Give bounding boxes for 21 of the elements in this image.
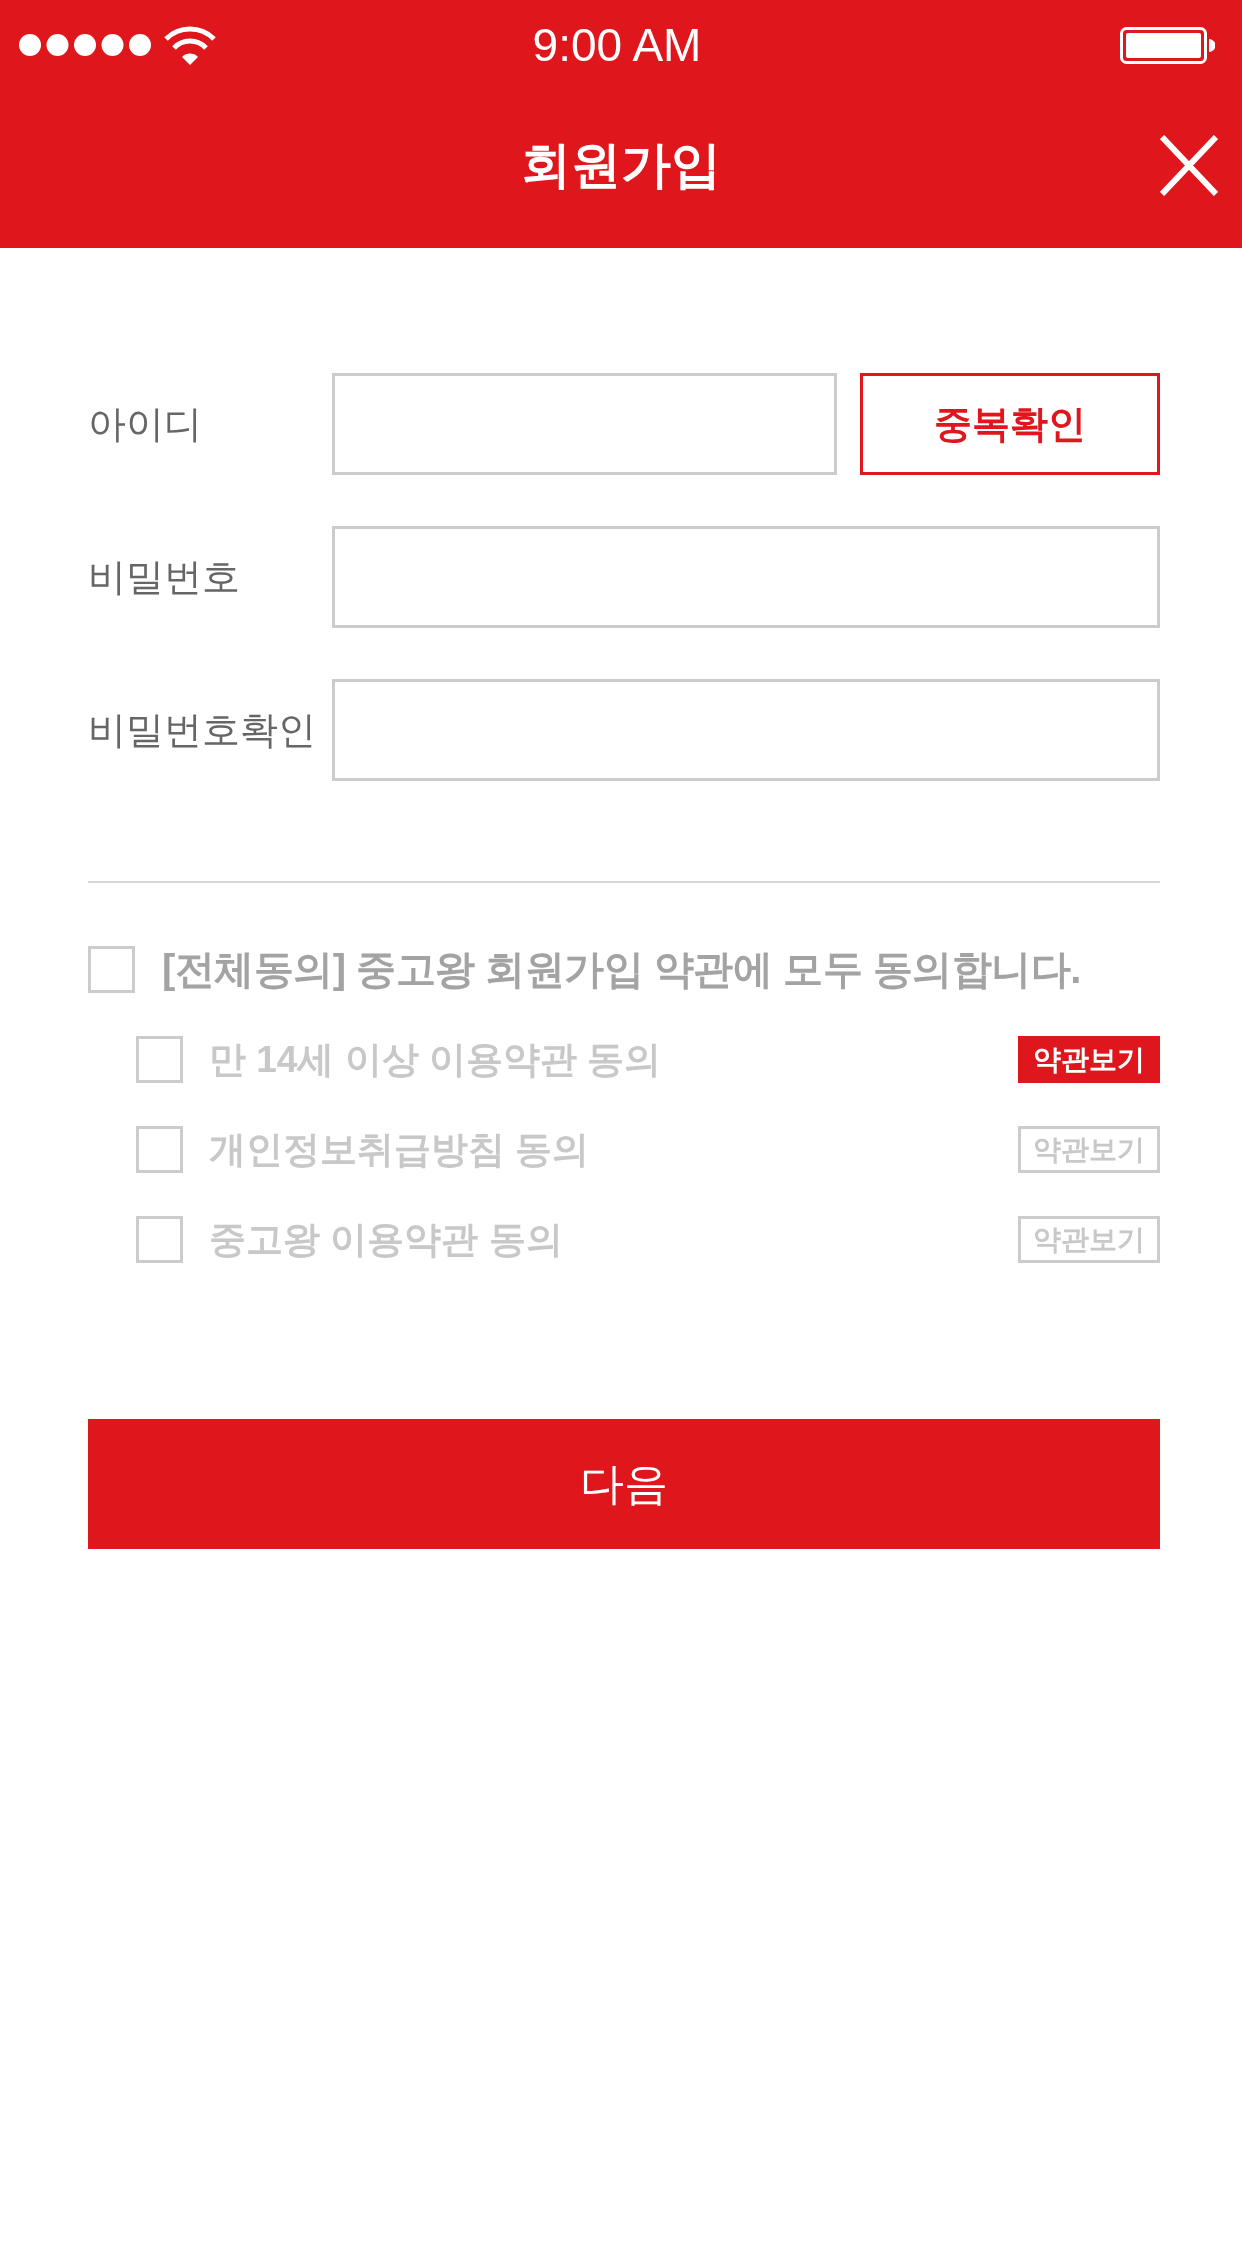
- close-button[interactable]: [1160, 134, 1218, 196]
- checkbox[interactable]: [88, 946, 135, 993]
- field-label: 비밀번호: [88, 554, 241, 600]
- signal-icon: [19, 34, 151, 56]
- page-title: 회원가입: [521, 135, 721, 195]
- next-button[interactable]: 다음: [88, 1419, 1160, 1549]
- agree-all-label: [전체동의] 중고왕 회원가입 약관에 모두 동의합니다.: [162, 946, 1081, 993]
- duplicate-check-button[interactable]: 중복확인: [860, 373, 1160, 475]
- input-field[interactable]: [332, 526, 1160, 628]
- status-time: 9:00 AM: [532, 18, 702, 72]
- battery-icon: [1120, 26, 1215, 64]
- checkbox[interactable]: [136, 1036, 183, 1083]
- field-label: 비밀번호확인: [88, 707, 317, 753]
- wifi-icon: [163, 24, 217, 66]
- input-field[interactable]: [332, 373, 837, 475]
- input-field[interactable]: [332, 679, 1160, 781]
- checkbox[interactable]: [136, 1126, 183, 1173]
- checkbox[interactable]: [136, 1216, 183, 1263]
- view-terms-button[interactable]: 약관보기: [1018, 1036, 1160, 1083]
- close-icon: [1160, 134, 1218, 196]
- field-label: 아이디: [88, 401, 203, 447]
